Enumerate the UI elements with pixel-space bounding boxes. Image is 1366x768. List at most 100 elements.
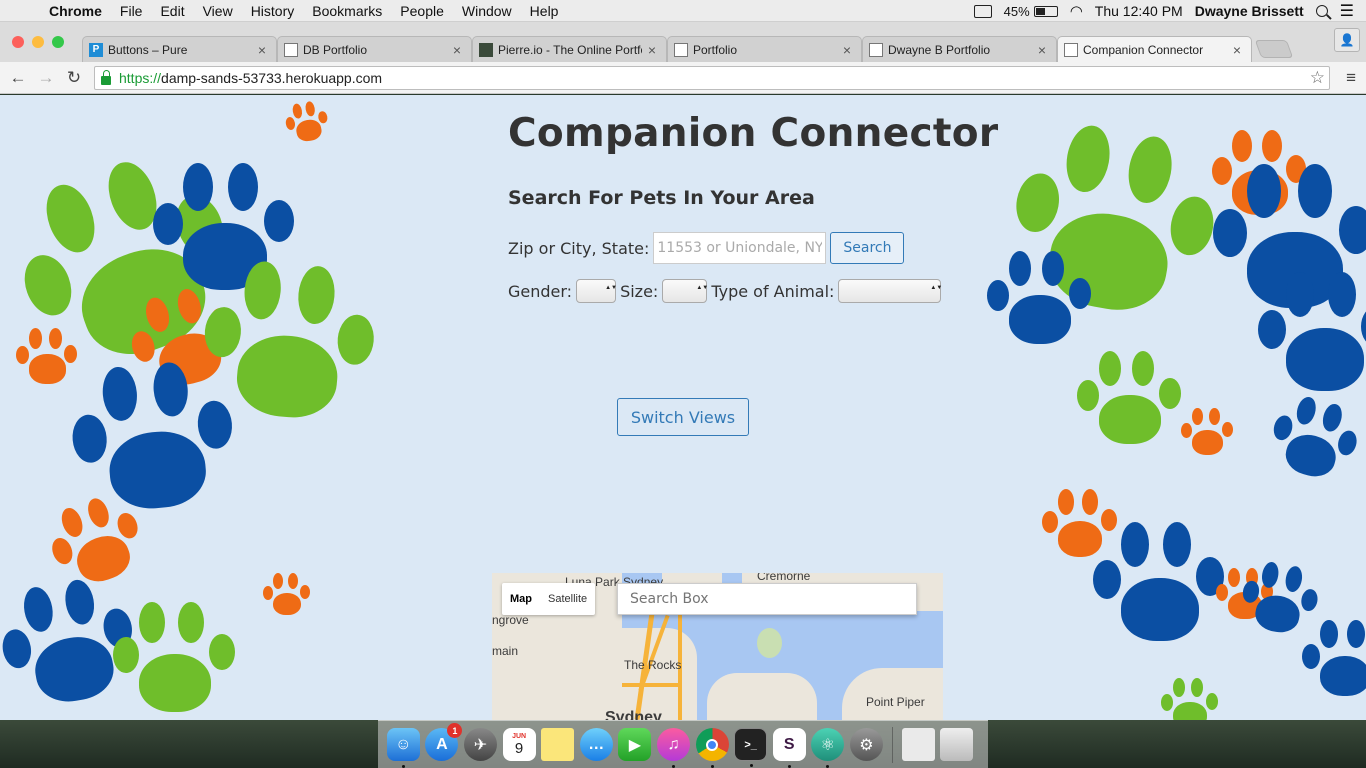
map-search-box[interactable] [617, 583, 917, 615]
terminal-icon[interactable]: >_ [734, 728, 768, 767]
gender-label: Gender: [508, 281, 573, 301]
app-store-icon[interactable]: A1 [425, 723, 463, 761]
calendar-day: 9 [514, 739, 524, 757]
tab-close-icon[interactable]: × [451, 42, 463, 58]
tab-db-portfolio[interactable]: DB Portfolio × [277, 36, 472, 62]
menu-people[interactable]: People [391, 3, 453, 19]
map-type-map-button[interactable]: Map [502, 583, 540, 615]
finder-icon[interactable]: ☺ [386, 728, 420, 768]
tab-title: Pierre.io - The Online Portfo [498, 42, 642, 57]
atom-icon[interactable]: ⚛ [811, 728, 845, 768]
launchpad-icon[interactable]: ✈ [463, 728, 497, 761]
system-preferences-icon[interactable]: ⚙ [849, 728, 883, 761]
map-label: The Rocks [624, 658, 682, 672]
map-label: main [492, 644, 519, 658]
animal-type-label: Type of Animal: [711, 281, 835, 301]
pierre-favicon-icon [479, 42, 493, 57]
tab-companion-connector[interactable]: Companion Connector × [1057, 36, 1252, 62]
menu-help[interactable]: Help [521, 3, 568, 19]
calendar-icon[interactable]: JUN 9 [502, 728, 536, 761]
menu-edit[interactable]: Edit [151, 3, 193, 19]
address-bar[interactable]: https://damp-sands-53733.herokuapp.com ☆ [94, 66, 1330, 90]
tab-buttons-pure[interactable]: P Buttons – Pure × [82, 36, 277, 62]
animal-type-select[interactable] [838, 279, 942, 303]
notes-icon[interactable] [541, 728, 575, 761]
filter-row: Gender: Size: Type of Animal: [508, 279, 945, 303]
switch-views-button[interactable]: Switch Views [617, 398, 749, 436]
macos-menubar: Chrome File Edit View History Bookmarks … [0, 0, 1366, 22]
battery-status[interactable]: 45% [1004, 4, 1058, 19]
tab-close-icon[interactable]: × [1231, 42, 1243, 58]
tab-close-icon[interactable]: × [841, 42, 853, 58]
tab-dwayne-b-portfolio[interactable]: Dwayne B Portfolio × [862, 36, 1057, 62]
menu-view[interactable]: View [194, 3, 242, 19]
tab-title: Companion Connector [1083, 42, 1204, 57]
browser-toolbar: ← → ↻ https://damp-sands-53733.herokuapp… [0, 62, 1366, 94]
reload-icon[interactable]: ↻ [60, 68, 88, 88]
profile-icon[interactable]: 👤 [1334, 28, 1360, 52]
paw-print-icon [1255, 265, 1366, 405]
paw-print-icon [1180, 405, 1235, 460]
tab-title: DB Portfolio [303, 42, 368, 57]
location-input[interactable] [653, 232, 827, 264]
google-map[interactable]: Luna Park Sydney Cremorne ngrove main Th… [492, 573, 943, 720]
minimize-window-button[interactable] [32, 36, 44, 48]
close-window-button[interactable] [12, 36, 24, 48]
tab-close-icon[interactable]: × [256, 42, 268, 58]
messages-icon[interactable]: … [579, 728, 613, 761]
chrome-icon[interactable] [695, 728, 729, 768]
back-arrow-icon[interactable]: ← [4, 68, 32, 88]
app-store-badge: 1 [447, 723, 463, 738]
spotlight-search-icon[interactable] [1315, 5, 1328, 17]
new-tab-button[interactable] [1254, 40, 1294, 58]
notification-center-icon[interactable]: ☰ [1340, 1, 1354, 21]
map-land [707, 673, 817, 720]
menu-window[interactable]: Window [453, 3, 521, 19]
search-button[interactable]: Search [830, 232, 905, 264]
facetime-icon[interactable]: ▶ [618, 728, 652, 761]
slack-icon[interactable]: S [772, 728, 806, 768]
airplay-icon[interactable] [973, 4, 992, 18]
location-search-row: Zip or City, State: Search [508, 232, 905, 264]
tab-portfolio[interactable]: Portfolio × [667, 36, 862, 62]
paw-print-icon [1090, 515, 1230, 655]
bookmark-star-icon[interactable]: ☆ [1310, 68, 1325, 88]
tab-close-icon[interactable]: × [1036, 42, 1048, 58]
map-label: ngrove [492, 613, 529, 627]
tab-title: Buttons – Pure [108, 42, 188, 57]
map-road [622, 683, 682, 687]
url-host: damp-sands-53733.herokuapp.com [161, 70, 383, 86]
page-favicon-icon [674, 42, 688, 57]
chrome-menu-icon[interactable]: ≡ [1346, 68, 1356, 88]
battery-percent: 45% [1003, 3, 1030, 19]
map-type-control: Map Satellite [502, 583, 596, 615]
forward-arrow-icon[interactable]: → [32, 68, 60, 88]
browser-tab-bar: P Buttons – Pure × DB Portfolio × Pierre… [0, 22, 1366, 62]
paw-print-icon [1300, 615, 1366, 705]
itunes-icon[interactable]: ♫ [656, 728, 690, 768]
wifi-icon[interactable]: ◠ [1070, 2, 1083, 20]
url-scheme: https:// [119, 70, 162, 86]
tab-close-icon[interactable]: × [646, 42, 658, 58]
menu-app-name[interactable]: Chrome [40, 3, 111, 19]
lock-icon [101, 69, 111, 85]
zoom-window-button[interactable] [52, 36, 64, 48]
menubar-clock[interactable]: Thu 12:40 PM [1095, 3, 1183, 19]
macos-dock: ☺ A1 ✈ JUN 9 … ▶ ♫ >_ S ⚛ ⚙ [378, 720, 988, 768]
menubar-user[interactable]: Dwayne Brissett [1195, 3, 1304, 19]
menu-file[interactable]: File [111, 3, 152, 19]
trash-icon[interactable] [940, 728, 974, 761]
page-favicon-icon [1064, 42, 1078, 57]
map-type-satellite-button[interactable]: Satellite [540, 583, 595, 615]
gender-select[interactable] [576, 279, 617, 303]
location-label: Zip or City, State: [508, 238, 650, 258]
tab-title: Dwayne B Portfolio [888, 42, 991, 57]
downloads-stack-icon[interactable] [901, 728, 935, 761]
paw-print-icon [281, 96, 333, 148]
menu-bookmarks[interactable]: Bookmarks [303, 3, 391, 19]
map-label: Point Piper [866, 695, 925, 709]
tab-pierre-io[interactable]: Pierre.io - The Online Portfo × [472, 36, 667, 62]
paw-print-icon [985, 245, 1095, 355]
size-select[interactable] [662, 279, 708, 303]
menu-history[interactable]: History [242, 3, 304, 19]
